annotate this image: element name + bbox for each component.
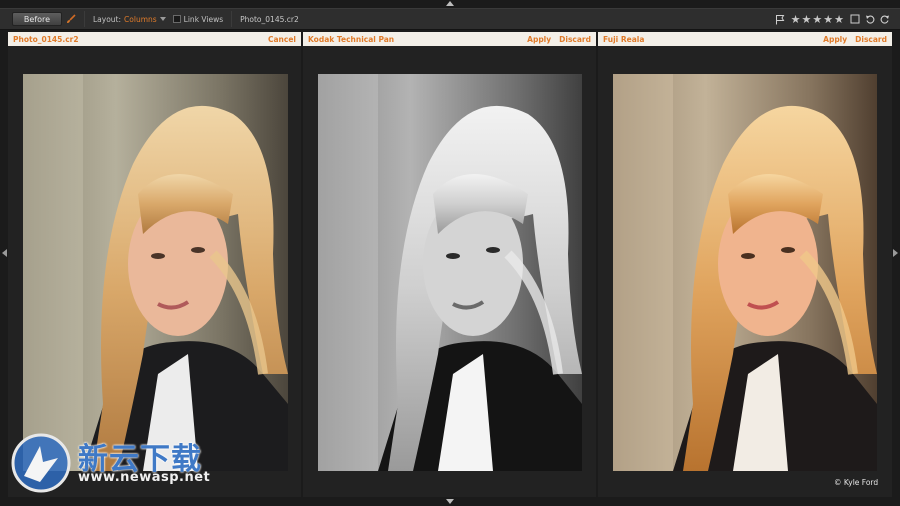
pane-header: Fuji Reala Apply Discard <box>598 32 892 46</box>
photo-preview[interactable] <box>23 74 288 471</box>
star-icon[interactable]: ★ <box>823 14 833 25</box>
discard-button[interactable]: Discard <box>855 35 887 44</box>
pane-header: Photo_0145.cr2 Cancel <box>8 32 301 46</box>
watermark-url: www.newasp.net <box>78 470 211 485</box>
pane-header: Kodak Technical Pan Apply Discard <box>303 32 596 46</box>
toolbar-right-group: ★ ★ ★ ★ ★ <box>770 12 890 26</box>
pane-title: Kodak Technical Pan <box>308 34 395 44</box>
star-icon[interactable]: ★ <box>812 14 822 25</box>
compare-pane-fuji-reala: Fuji Reala Apply Discard <box>598 32 892 497</box>
photo-credit: © Kyle Ford <box>834 478 879 487</box>
before-button[interactable]: Before <box>12 12 62 26</box>
collapse-left-arrow-icon[interactable] <box>2 249 7 257</box>
compare-pane-kodak-technical-pan: Kodak Technical Pan Apply Discard <box>303 32 596 497</box>
cancel-button[interactable]: Cancel <box>268 35 296 44</box>
star-icon[interactable]: ★ <box>791 14 801 25</box>
collapse-top-arrow-icon[interactable] <box>446 0 454 6</box>
collapse-right-arrow-icon[interactable] <box>893 249 898 257</box>
toolbar-divider <box>231 11 233 27</box>
toolbar: Before Layout: Columns Link Views Photo_… <box>0 8 900 30</box>
rating-stars[interactable]: ★ ★ ★ ★ ★ <box>791 14 845 25</box>
photo-preview[interactable] <box>318 74 582 471</box>
rotate-right-icon[interactable] <box>880 14 890 24</box>
toolbar-divider <box>84 11 85 27</box>
star-icon[interactable]: ★ <box>802 14 812 25</box>
flag-icon[interactable] <box>775 14 785 25</box>
brush-icon[interactable] <box>66 14 76 24</box>
site-watermark: 新云下载 www.newasp.net <box>10 432 220 494</box>
rotate-left-icon[interactable] <box>865 14 875 24</box>
layout-dropdown[interactable]: Columns <box>124 15 157 24</box>
chevron-down-icon[interactable] <box>159 17 166 21</box>
layout-label: Layout: <box>93 14 122 24</box>
link-views-label: Link Views <box>183 14 224 24</box>
pane-title: Fuji Reala <box>603 34 645 44</box>
discard-button[interactable]: Discard <box>559 35 591 44</box>
apply-button[interactable]: Apply <box>527 35 551 44</box>
apply-button[interactable]: Apply <box>823 35 847 44</box>
collapse-bottom-arrow-icon[interactable] <box>446 499 454 505</box>
pane-title: Photo_0145.cr2 <box>13 34 79 44</box>
watermark-logo-icon <box>11 433 71 493</box>
square-label-icon[interactable] <box>850 14 860 24</box>
compare-pane-original: Photo_0145.cr2 Cancel <box>8 32 301 497</box>
star-icon[interactable]: ★ <box>834 14 844 25</box>
link-views-checkbox[interactable] <box>172 15 181 23</box>
toolbar-filename: Photo_0145.cr2 <box>240 14 299 24</box>
photo-preview[interactable] <box>613 74 877 471</box>
